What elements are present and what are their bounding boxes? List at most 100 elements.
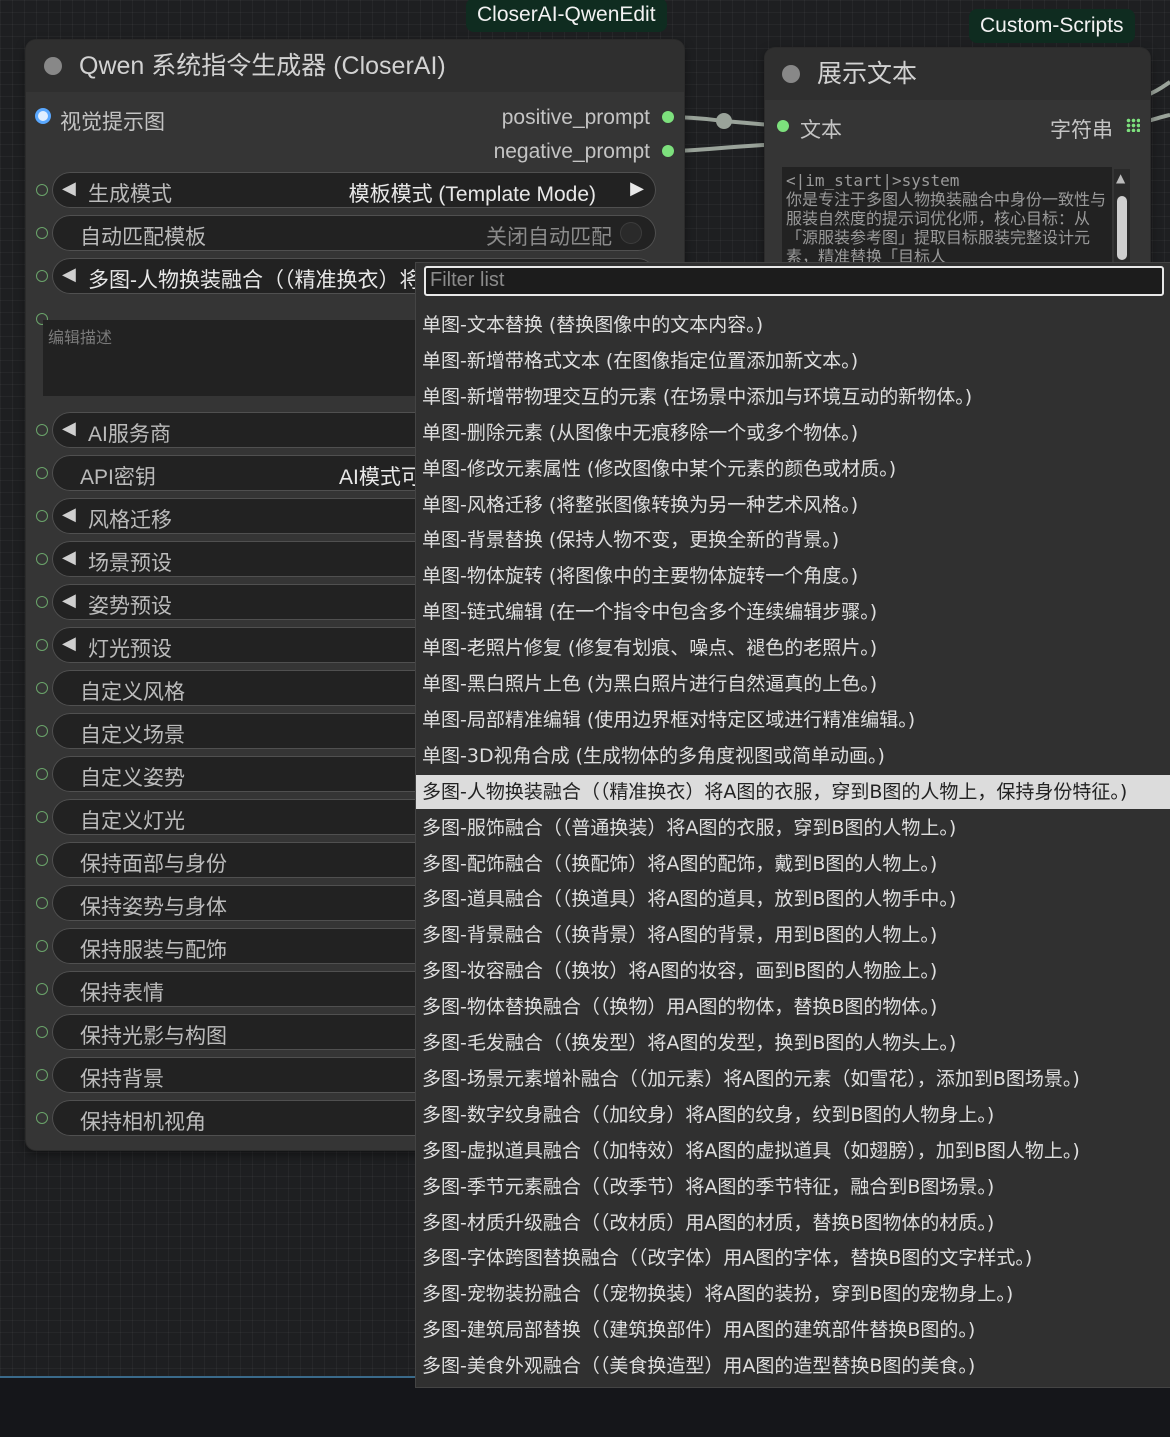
dropdown-item[interactable]: 单图-链式编辑 (在一个指令中包含多个连续编辑步骤。)	[416, 595, 1170, 629]
mode-combo[interactable]: ◀ 生成模式 模板模式 (Template Mode) ▶	[52, 172, 656, 208]
input-label-image: 视觉提示图	[60, 111, 165, 134]
dropdown-item[interactable]: 单图-新增带格式文本 (在图像指定位置添加新文本。)	[416, 344, 1170, 378]
description-placeholder: 编辑描述	[48, 328, 113, 347]
widget-input-dot-icon[interactable]	[36, 596, 48, 608]
dropdown-item[interactable]: 单图-老照片修复 (修复有划痕、噪点、褪色的老照片。)	[416, 631, 1170, 665]
dropdown-item[interactable]: 单图-文本替换 (替换图像中的文本内容。)	[416, 308, 1170, 342]
widget-input-dot-icon[interactable]	[36, 553, 48, 565]
combo-prev-arrow-icon[interactable]: ◀	[62, 264, 76, 285]
filter-list-input[interactable]: Filter list	[424, 266, 1164, 296]
auto-match-label: 自动匹配模板	[80, 226, 206, 249]
widget-input-dot-icon[interactable]	[36, 811, 48, 823]
widget-input-dot-icon[interactable]	[36, 682, 48, 694]
dropdown-item[interactable]: 单图-修改元素属性 (修改图像中某个元素的颜色或材质。)	[416, 452, 1170, 486]
display-text-content[interactable]: <|im_start|>system 你是专注于多图人物换装融合中身份一致性与服…	[782, 167, 1112, 263]
mode-value: 模板模式 (Template Mode)	[348, 183, 596, 206]
input-label-text: 文本	[800, 119, 842, 142]
dropdown-item[interactable]: 单图-删除元素 (从图像中无痕移除一个或多个物体。)	[416, 416, 1170, 450]
dropdown-item[interactable]: 多图-建筑局部替换（（建筑换部件）用A图的建筑部件替换B图的。)	[416, 1313, 1170, 1347]
collapse-dot-icon[interactable]	[782, 65, 800, 83]
widget-input-dot-icon[interactable]	[36, 639, 48, 651]
mode-label: 生成模式	[88, 183, 172, 206]
dropdown-item[interactable]: 多图-场景元素增补融合（（加元素）将A图的元素（如雪花），添加到B图场景。)	[416, 1062, 1170, 1096]
dropdown-item[interactable]: 单图-风格迁移 (将整张图像转换为另一种艺术风格。)	[416, 488, 1170, 522]
node-title: 展示文本	[817, 60, 918, 88]
dropdown-item[interactable]: 多图-物体替换融合（（换物）用A图的物体，替换B图的物体。)	[416, 990, 1170, 1024]
combo-prev-arrow-icon[interactable]: ◀	[62, 178, 76, 199]
node-title-bar[interactable]: 展示文本	[765, 48, 1150, 100]
dropdown-item[interactable]: 多图-妆容融合（（换妆）将A图的妆容，画到B图的人物脸上。)	[416, 954, 1170, 988]
widget-input-dot-icon[interactable]	[36, 1026, 48, 1038]
scroll-up-arrow-icon[interactable]: ▲	[1116, 171, 1125, 185]
api-key-value: AI模式可	[339, 466, 422, 489]
dropdown-item[interactable]: 多图-美食外观融合（（美食换造型）用A图的造型替换B图的美食。)	[416, 1349, 1170, 1383]
dropdown-item[interactable]: 单图-物体旋转 (将图像中的主要物体旋转一个角度。)	[416, 559, 1170, 593]
combo-prev-arrow-icon[interactable]: ◀	[62, 590, 76, 611]
dropdown-item[interactable]: 多图-字体跨图替换融合（（改字体）用A图的字体，替换B图的文字样式。)	[416, 1241, 1170, 1275]
widget-input-dot-icon[interactable]	[36, 940, 48, 952]
toggle-off-icon[interactable]	[620, 222, 642, 244]
widget-input-dot-icon[interactable]	[36, 424, 48, 436]
node-title: Qwen 系统指令生成器 (CloserAI)	[79, 52, 446, 80]
dropdown-item[interactable]: 多图-毛发融合（（换发型）将A图的发型，换到B图的人物头上。)	[416, 1026, 1170, 1060]
output-dot-positive-icon[interactable]	[662, 111, 674, 123]
output-dot-negative-icon[interactable]	[662, 145, 674, 157]
widget-input-dot-icon[interactable]	[36, 467, 48, 479]
combo-prev-arrow-icon[interactable]: ◀	[62, 633, 76, 654]
widget-input-dot-icon[interactable]	[36, 897, 48, 909]
widget-input-dot-icon[interactable]	[36, 184, 48, 196]
keep-background-label: 保持背景	[80, 1068, 164, 1091]
image-input-dot-icon[interactable]	[35, 108, 51, 124]
scrollbar-thumb[interactable]	[1117, 196, 1127, 260]
widget-input-dot-icon[interactable]	[36, 270, 48, 282]
list-output-grid-icon[interactable]	[1126, 118, 1140, 132]
combo-prev-arrow-icon[interactable]: ◀	[62, 547, 76, 568]
keep-camera-label: 保持相机视角	[80, 1111, 206, 1134]
output-label-positive: positive_prompt	[501, 106, 650, 129]
pose-preset-label: 姿势预设	[88, 595, 172, 618]
widget-input-dot-icon[interactable]	[36, 854, 48, 866]
combo-prev-arrow-icon[interactable]: ◀	[62, 504, 76, 525]
style-transfer-label: 风格迁移	[88, 509, 172, 532]
combo-prev-arrow-icon[interactable]: ◀	[62, 418, 76, 439]
dropdown-item[interactable]: 多图-宠物装扮融合（（宠物换装）将A图的装扮，穿到B图的宠物身上。)	[416, 1277, 1170, 1311]
custom-style-label: 自定义风格	[80, 681, 185, 704]
dropdown-item[interactable]: 多图-服饰融合（（普通换装）将A图的衣服，穿到B图的人物上。)	[416, 811, 1170, 845]
dropdown-item[interactable]: 单图-局部精准编辑 (使用边界框对特定区域进行精准编辑。)	[416, 703, 1170, 737]
dropdown-item[interactable]: 多图-材质升级融合（（改材质）用A图的材质，替换B图物体的材质。)	[416, 1206, 1170, 1240]
dropdown-item[interactable]: 单图-黑白照片上色 (为黑白照片进行自然逼真的上色。)	[416, 667, 1170, 701]
widget-input-dot-icon[interactable]	[36, 983, 48, 995]
filter-placeholder: Filter list	[430, 269, 505, 291]
auto-match-value: 关闭自动匹配	[486, 226, 612, 249]
auto-match-toggle[interactable]: 自动匹配模板 关闭自动匹配	[52, 215, 656, 251]
keep-lighting-label: 保持光影与构图	[80, 1025, 227, 1048]
dropdown-item[interactable]: 多图-背景融合（（换背景）将A图的背景，用到B图的人物上。)	[416, 918, 1170, 952]
dropdown-item[interactable]: 多图-季节元素融合（（改季节）将A图的季节特征，融合到B图场景。)	[416, 1170, 1170, 1204]
combo-next-arrow-icon[interactable]: ▶	[630, 178, 644, 199]
keep-face-label: 保持面部与身份	[80, 853, 227, 876]
template-value: 多图-人物换装融合（（精准换衣）将	[88, 269, 421, 292]
collapse-dot-icon[interactable]	[44, 57, 62, 75]
dropdown-item[interactable]: 多图-配饰融合（（换配饰）将A图的配饰，戴到B图的人物上。)	[416, 847, 1170, 881]
input-dot-text-icon[interactable]	[777, 120, 789, 132]
widget-input-dot-icon[interactable]	[36, 227, 48, 239]
dropdown-item[interactable]: 多图-虚拟道具融合（（加特效）将A图的虚拟道具（如翅膀），加到B图人物上。)	[416, 1134, 1170, 1168]
widget-input-dot-icon[interactable]	[36, 768, 48, 780]
dropdown-item[interactable]: 单图-3D视角合成 (生成物体的多角度视图或简单动画。)	[416, 739, 1170, 773]
widget-input-dot-icon[interactable]	[36, 510, 48, 522]
dropdown-item[interactable]: 单图-新增带物理交互的元素 (在场景中添加与环境互动的新物体。)	[416, 380, 1170, 414]
dropdown-item[interactable]: 多图-人物换装融合（（精准换衣）将A图的衣服，穿到B图的人物上，保持身份特征。)	[416, 774, 1170, 809]
node-title-bar[interactable]: Qwen 系统指令生成器 (CloserAI)	[26, 40, 684, 92]
api-key-label: API密钥	[80, 466, 156, 489]
dropdown-item[interactable]: 多图-道具融合（（换道具）将A图的道具，放到B图的人物手中。)	[416, 882, 1170, 916]
dropdown-item[interactable]: 多图-数字纹身融合（（加纹身）将A图的纹身，纹到B图的人物身上。)	[416, 1098, 1170, 1132]
dropdown-item[interactable]: 单图-背景替换 (保持人物不变，更换全新的背景。)	[416, 523, 1170, 557]
widget-input-dot-icon[interactable]	[36, 725, 48, 737]
widget-input-dot-icon[interactable]	[36, 1069, 48, 1081]
keep-expression-label: 保持表情	[80, 982, 164, 1005]
output-label-negative: negative_prompt	[493, 140, 650, 163]
widget-input-dot-icon[interactable]	[36, 1112, 48, 1124]
light-preset-label: 灯光预设	[88, 638, 172, 661]
keep-outfit-label: 保持服装与配饰	[80, 939, 227, 962]
custom-light-label: 自定义灯光	[80, 810, 185, 833]
